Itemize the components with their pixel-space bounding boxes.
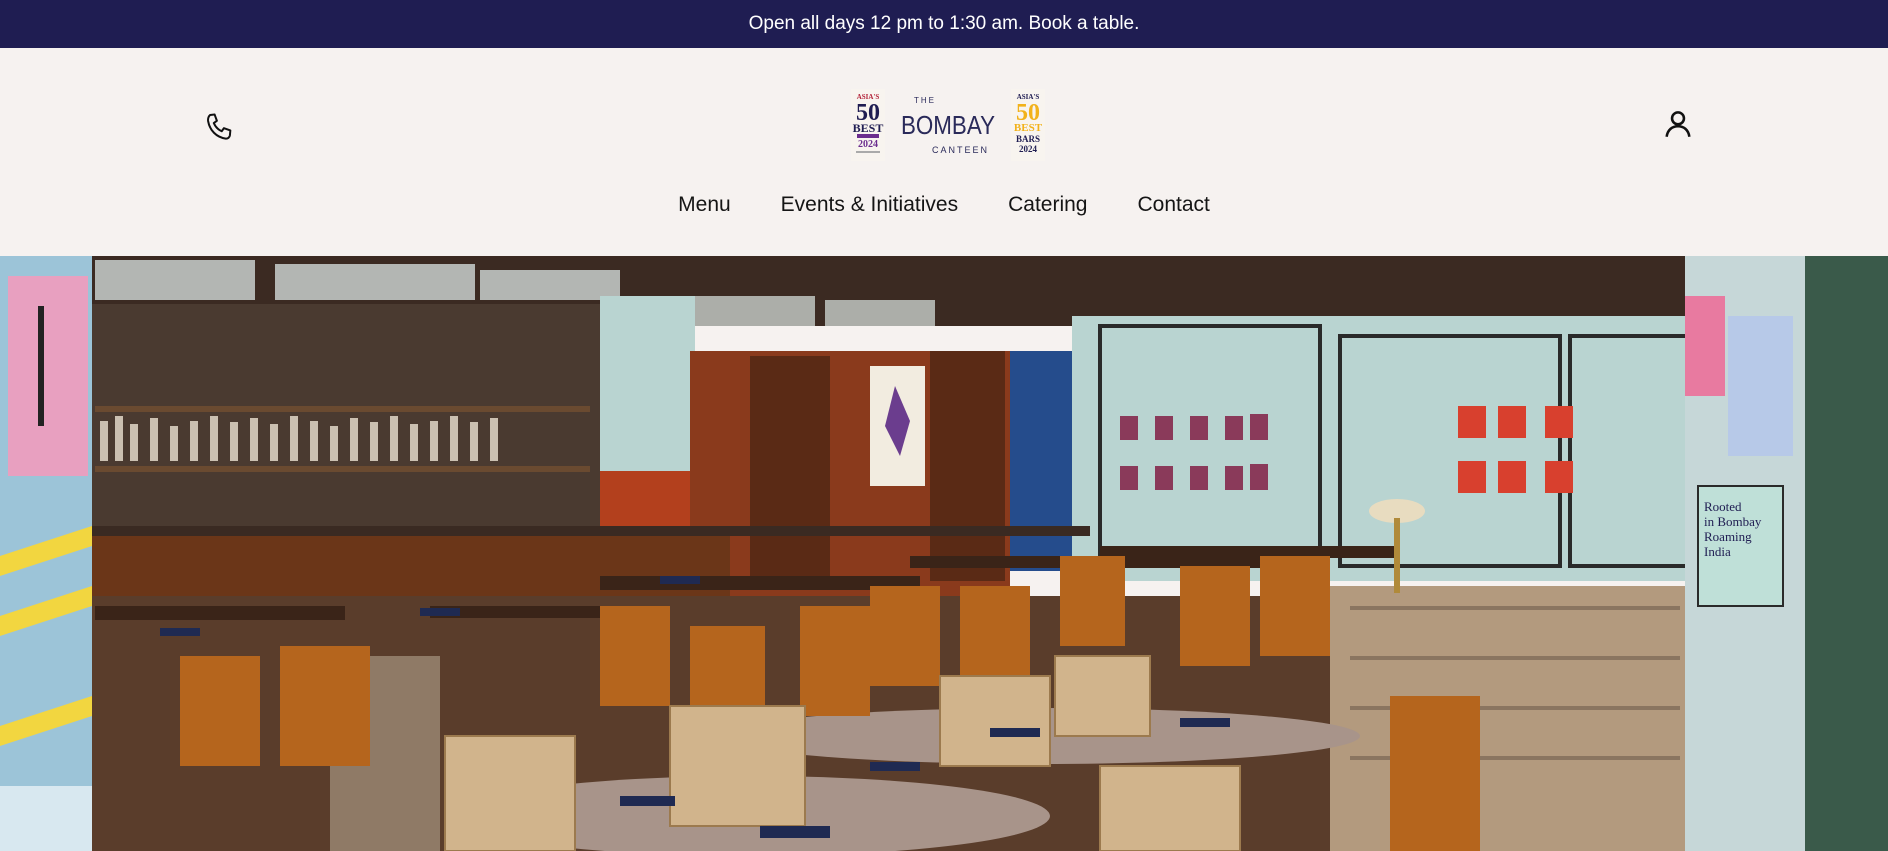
announcement-bar: Open all days 12 pm to 1:30 am. Book a t…	[0, 0, 1888, 48]
badge-right-year: 2024	[1019, 144, 1038, 154]
hero-image: Rooted in Bombay Roaming India	[0, 256, 1888, 851]
nav-catering[interactable]: Catering	[983, 187, 1112, 223]
brand-logo[interactable]: ASIA'S 50 BEST 2024 THE BOMBAY CANTEEN A…	[851, 89, 1045, 161]
nav-events-initiatives[interactable]: Events & Initiatives	[756, 187, 983, 223]
announcement-link[interactable]: Open all days 12 pm to 1:30 am. Book a t…	[749, 13, 1140, 35]
logo-bombay: BOMBAY	[901, 110, 995, 140]
nav-menu[interactable]: Menu	[653, 187, 756, 223]
account-icon[interactable]	[1661, 106, 1695, 142]
logo-the: THE	[914, 96, 936, 105]
phone-icon[interactable]	[203, 110, 237, 144]
badge-right-word: BEST	[1014, 122, 1043, 134]
logo-canteen: CANTEEN	[932, 145, 989, 155]
main-nav: Menu Events & Initiatives Catering Conta…	[0, 187, 1888, 223]
badge-left-year: 2024	[858, 139, 878, 150]
site-header: ASIA'S 50 BEST 2024 THE BOMBAY CANTEEN A…	[0, 48, 1888, 256]
nav-contact[interactable]: Contact	[1112, 187, 1234, 223]
badge-left-word: BEST	[853, 121, 884, 135]
restaurant-interior-illustration: Rooted in Bombay Roaming India	[0, 256, 1888, 851]
badge-right-sub: BARS	[1016, 134, 1040, 144]
